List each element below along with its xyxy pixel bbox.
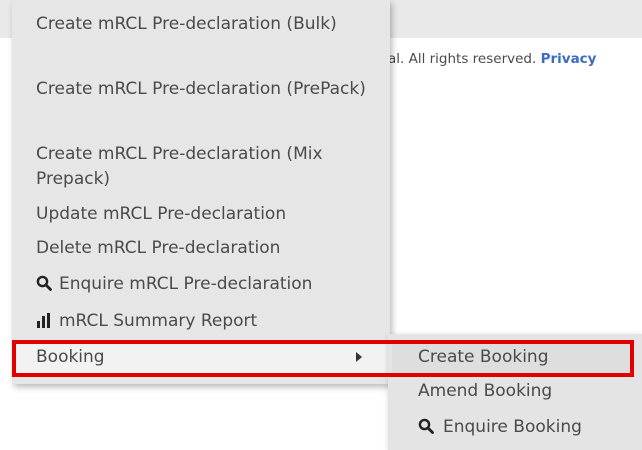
menu-item-label: Create mRCL Pre-declaration (Mix Prepack…: [36, 144, 323, 189]
privacy-link[interactable]: Privacy: [541, 51, 597, 67]
menu-item-create-prepack[interactable]: Create mRCL Pre-declaration (PrePack): [36, 77, 381, 102]
annotation-highlight-box: [12, 340, 634, 377]
bar-chart-icon: [36, 311, 52, 328]
dropdown-menu: Create mRCL Pre-declaration (Bulk) Creat…: [12, 0, 390, 384]
copyright-text: al. All rights reserved.: [388, 51, 537, 67]
footer-copyright: al. All rights reserved. Privacy: [388, 51, 597, 67]
submenu-item-label: Enquire Booking: [443, 417, 582, 437]
submenu-item-label: Amend Booking: [418, 381, 553, 401]
submenu-item-amend-booking[interactable]: Amend Booking: [418, 379, 552, 404]
menu-item-label: Update mRCL Pre-declaration: [36, 204, 287, 224]
menu-item-update[interactable]: Update mRCL Pre-declaration: [36, 202, 381, 227]
menu-item-label: Delete mRCL Pre-declaration: [36, 238, 281, 258]
menu-item-label: mRCL Summary Report: [59, 311, 258, 331]
menu-item-label: Create mRCL Pre-declaration (Bulk): [36, 14, 337, 34]
menu-item-enquire[interactable]: Enquire mRCL Pre-declaration: [36, 272, 381, 297]
menu-item-label: Enquire mRCL Pre-declaration: [59, 274, 313, 294]
search-icon: [418, 417, 434, 434]
menu-item-create-bulk[interactable]: Create mRCL Pre-declaration (Bulk): [36, 12, 381, 37]
menu-item-create-mix-prepack[interactable]: Create mRCL Pre-declaration (Mix Prepack…: [36, 142, 381, 192]
search-icon: [36, 274, 52, 291]
submenu-item-enquire-booking[interactable]: Enquire Booking: [418, 415, 582, 440]
menu-item-summary-report[interactable]: mRCL Summary Report: [36, 309, 381, 334]
menu-item-label: Create mRCL Pre-declaration (PrePack): [36, 79, 366, 99]
menu-item-delete[interactable]: Delete mRCL Pre-declaration: [36, 236, 381, 261]
